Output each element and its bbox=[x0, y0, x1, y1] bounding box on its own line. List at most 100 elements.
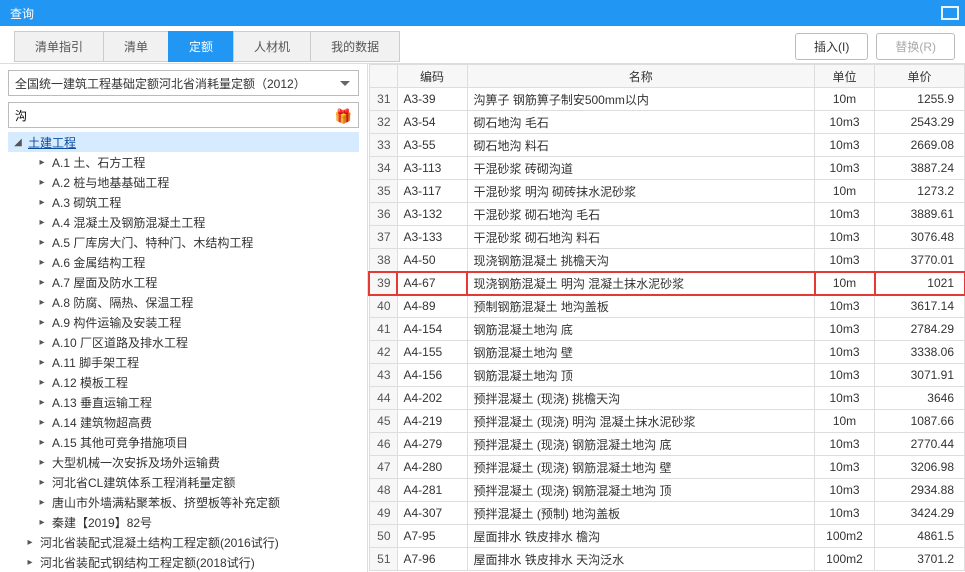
cell-code: A4-50 bbox=[397, 249, 467, 272]
table-row[interactable]: 43A4-156钢筋混凝土地沟 顶10m33071.91 bbox=[369, 364, 965, 387]
expand-icon[interactable]: ▸ bbox=[36, 257, 48, 268]
tree-item[interactable]: ▸ 大型机械一次安拆及场外运输费 bbox=[8, 452, 359, 472]
tree-item[interactable]: ▸A.14 建筑物超高费 bbox=[8, 412, 359, 432]
expand-icon[interactable]: ▸ bbox=[36, 217, 48, 228]
table-row[interactable]: 42A4-155钢筋混凝土地沟 壁10m33338.06 bbox=[369, 341, 965, 364]
table-row[interactable]: 44A4-202预拌混凝土 (现浇) 挑檐天沟10m33646 bbox=[369, 387, 965, 410]
tree-root-label[interactable]: 土建工程 bbox=[28, 134, 76, 151]
quota-library-dropdown[interactable]: 全国统一建筑工程基础定额河北省消耗量定额（2012） bbox=[8, 70, 359, 96]
tree-item[interactable]: ▸A.15 其他可竞争措施项目 bbox=[8, 432, 359, 452]
col-unit[interactable]: 单位 bbox=[815, 65, 875, 88]
cell-name: 预拌混凝土 (现浇) 钢筋混凝土地沟 底 bbox=[467, 433, 815, 456]
expand-icon[interactable]: ▸ bbox=[36, 297, 48, 308]
tree-item[interactable]: ▸河北省装配式钢结构工程定额(2018试行) bbox=[8, 552, 359, 572]
tree-item-label: 大型机械一次安拆及场外运输费 bbox=[52, 454, 220, 471]
expand-icon[interactable]: ▸ bbox=[36, 357, 48, 368]
tab-list[interactable]: 清单 bbox=[103, 31, 169, 62]
expand-icon[interactable]: ▸ bbox=[36, 317, 48, 328]
cell-code: A3-132 bbox=[397, 203, 467, 226]
table-row[interactable]: 35A3-117干混砂浆 明沟 砌砖抹水泥砂浆10m1273.2 bbox=[369, 180, 965, 203]
maximize-icon[interactable] bbox=[941, 6, 959, 20]
tree-item[interactable]: ▸A.4 混凝土及钢筋混凝土工程 bbox=[8, 212, 359, 232]
tree-item[interactable]: ▸A.7 屋面及防水工程 bbox=[8, 272, 359, 292]
search-input[interactable] bbox=[15, 108, 330, 122]
collapse-icon[interactable]: ◢ bbox=[12, 137, 24, 148]
expand-icon[interactable]: ▸ bbox=[36, 517, 48, 528]
cell-code: A4-155 bbox=[397, 341, 467, 364]
tab-my-data[interactable]: 我的数据 bbox=[310, 31, 400, 62]
table-row[interactable]: 36A3-132干混砂浆 砌石地沟 毛石10m33889.61 bbox=[369, 203, 965, 226]
tree-item[interactable]: ▸A.3 砌筑工程 bbox=[8, 192, 359, 212]
expand-icon[interactable]: ▸ bbox=[36, 197, 48, 208]
expand-icon[interactable]: ▸ bbox=[24, 537, 36, 548]
cell-name: 预拌混凝土 (现浇) 钢筋混凝土地沟 壁 bbox=[467, 456, 815, 479]
table-row[interactable]: 31A3-39沟箅子 钢筋箅子制安500mm以内10m1255.9 bbox=[369, 88, 965, 111]
cell-rownum: 49 bbox=[369, 502, 397, 525]
tree-item[interactable]: ▸A.10 厂区道路及排水工程 bbox=[8, 332, 359, 352]
table-row[interactable]: 38A4-50现浇钢筋混凝土 挑檐天沟10m33770.01 bbox=[369, 249, 965, 272]
table-row[interactable]: 33A3-55砌石地沟 料石10m32669.08 bbox=[369, 134, 965, 157]
table-row[interactable]: 37A3-133干混砂浆 砌石地沟 料石10m33076.48 bbox=[369, 226, 965, 249]
expand-icon[interactable]: ▸ bbox=[36, 337, 48, 348]
tree-item[interactable]: ▸A.6 金属结构工程 bbox=[8, 252, 359, 272]
expand-icon[interactable]: ▸ bbox=[24, 557, 36, 568]
expand-icon[interactable]: ▸ bbox=[36, 277, 48, 288]
table-row[interactable]: 39A4-67现浇钢筋混凝土 明沟 混凝土抹水泥砂浆10m1021 bbox=[369, 272, 965, 295]
table-row[interactable]: 41A4-154钢筋混凝土地沟 底10m32784.29 bbox=[369, 318, 965, 341]
left-panel: 全国统一建筑工程基础定额河北省消耗量定额（2012） 🎁 ◢ 土建工程 ▸A.1… bbox=[0, 64, 368, 572]
col-price[interactable]: 单价 bbox=[875, 65, 965, 88]
expand-icon[interactable]: ▸ bbox=[36, 177, 48, 188]
col-rownum bbox=[369, 65, 397, 88]
insert-button[interactable]: 插入(I) bbox=[795, 33, 868, 60]
tree-item[interactable]: ▸A.13 垂直运输工程 bbox=[8, 392, 359, 412]
cell-price: 3206.98 bbox=[875, 456, 965, 479]
right-panel: 编码 名称 单位 单价 31A3-39沟箅子 钢筋箅子制安500mm以内10m1… bbox=[368, 64, 965, 572]
search-box[interactable]: 🎁 bbox=[8, 102, 359, 128]
expand-icon[interactable]: ▸ bbox=[36, 497, 48, 508]
expand-icon[interactable]: ▸ bbox=[36, 377, 48, 388]
cell-unit: 10m bbox=[815, 88, 875, 111]
col-name[interactable]: 名称 bbox=[467, 65, 815, 88]
col-code[interactable]: 编码 bbox=[397, 65, 467, 88]
expand-icon[interactable]: ▸ bbox=[36, 437, 48, 448]
tree-item[interactable]: ▸唐山市外墙满粘聚苯板、挤塑板等补充定额 bbox=[8, 492, 359, 512]
cell-code: A4-202 bbox=[397, 387, 467, 410]
tree-item[interactable]: ▸A.9 构件运输及安装工程 bbox=[8, 312, 359, 332]
tree-item[interactable]: ▸河北省CL建筑体系工程消耗量定额 bbox=[8, 472, 359, 492]
table-row[interactable]: 47A4-280预拌混凝土 (现浇) 钢筋混凝土地沟 壁10m33206.98 bbox=[369, 456, 965, 479]
expand-icon[interactable]: ▸ bbox=[36, 397, 48, 408]
tree-item[interactable]: ▸A.1 土、石方工程 bbox=[8, 152, 359, 172]
table-row[interactable]: 49A4-307预拌混凝土 (预制) 地沟盖板10m33424.29 bbox=[369, 502, 965, 525]
table-row[interactable]: 48A4-281预拌混凝土 (现浇) 钢筋混凝土地沟 顶10m32934.88 bbox=[369, 479, 965, 502]
expand-icon[interactable]: ▸ bbox=[36, 477, 48, 488]
tree-item[interactable]: ▸A.5 厂库房大门、特种门、木结构工程 bbox=[8, 232, 359, 252]
tree-item[interactable]: ▸ 秦建【2019】82号 bbox=[8, 512, 359, 532]
expand-icon[interactable]: ▸ bbox=[36, 457, 48, 468]
cell-unit: 10m3 bbox=[815, 226, 875, 249]
expand-icon[interactable]: ▸ bbox=[36, 237, 48, 248]
tab-quota[interactable]: 定额 bbox=[168, 31, 234, 62]
expand-icon[interactable]: ▸ bbox=[36, 417, 48, 428]
tab-material[interactable]: 人材机 bbox=[233, 31, 311, 62]
table-row[interactable]: 46A4-279预拌混凝土 (现浇) 钢筋混凝土地沟 底10m32770.44 bbox=[369, 433, 965, 456]
tree-item[interactable]: ▸A.12 模板工程 bbox=[8, 372, 359, 392]
tree-item[interactable]: ▸A.11 脚手架工程 bbox=[8, 352, 359, 372]
table-row[interactable]: 34A3-113干混砂浆 砖砌沟道10m33887.24 bbox=[369, 157, 965, 180]
cell-rownum: 40 bbox=[369, 295, 397, 318]
cell-unit: 10m bbox=[815, 410, 875, 433]
cell-code: A3-133 bbox=[397, 226, 467, 249]
table-row[interactable]: 32A3-54砌石地沟 毛石10m32543.29 bbox=[369, 111, 965, 134]
gift-icon[interactable]: 🎁 bbox=[335, 108, 352, 125]
cell-code: A3-117 bbox=[397, 180, 467, 203]
tree-item-label: 秦建【2019】82号 bbox=[52, 514, 152, 531]
tree-root[interactable]: ◢ 土建工程 bbox=[8, 132, 359, 152]
table-row[interactable]: 50A7-95屋面排水 铁皮排水 檐沟100m24861.5 bbox=[369, 525, 965, 548]
expand-icon[interactable]: ▸ bbox=[36, 157, 48, 168]
tree-item[interactable]: ▸河北省装配式混凝土结构工程定额(2016试行) bbox=[8, 532, 359, 552]
tab-list-guide[interactable]: 清单指引 bbox=[14, 31, 104, 62]
table-row[interactable]: 51A7-96屋面排水 铁皮排水 天沟泛水100m23701.2 bbox=[369, 548, 965, 571]
tree-item[interactable]: ▸A.8 防腐、隔热、保温工程 bbox=[8, 292, 359, 312]
table-row[interactable]: 40A4-89预制钢筋混凝土 地沟盖板10m33617.14 bbox=[369, 295, 965, 318]
tree-item[interactable]: ▸A.2 桩与地基基础工程 bbox=[8, 172, 359, 192]
table-row[interactable]: 45A4-219预拌混凝土 (现浇) 明沟 混凝土抹水泥砂浆10m1087.66 bbox=[369, 410, 965, 433]
